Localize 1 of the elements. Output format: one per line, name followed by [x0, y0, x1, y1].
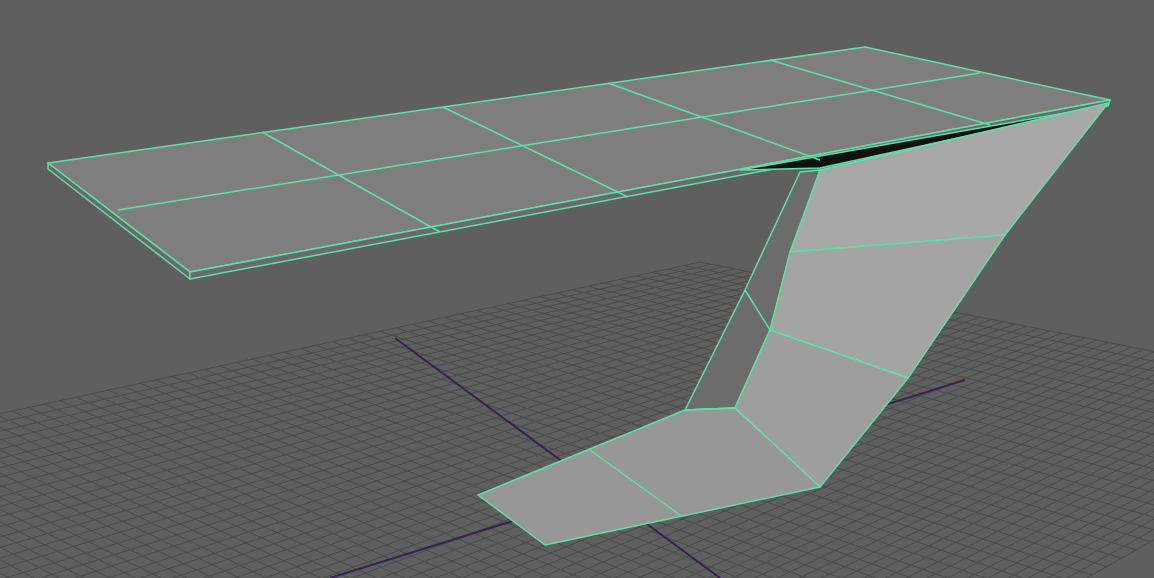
table-model-drawing[interactable] — [47, 46, 1111, 546]
